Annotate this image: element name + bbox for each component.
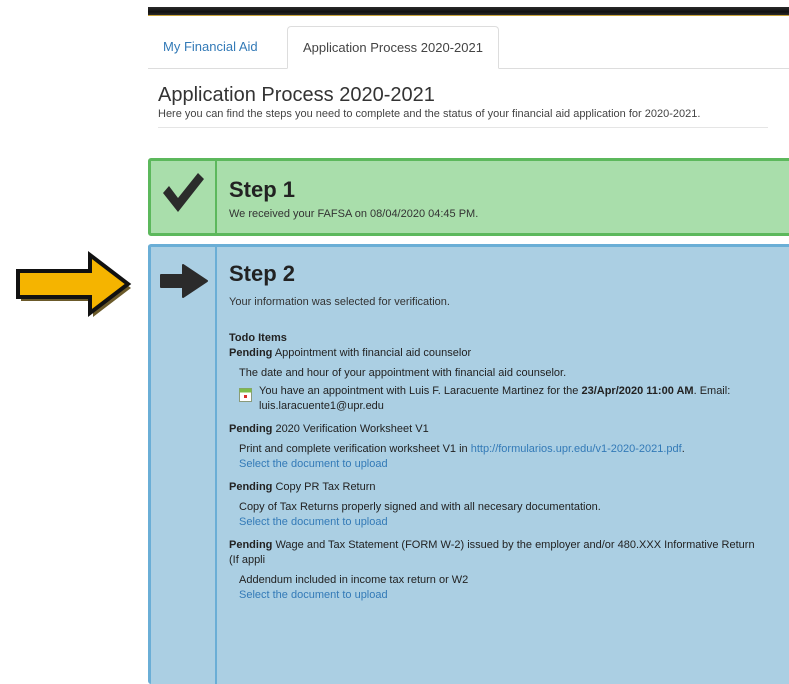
todo-item-title: Pending Copy PR Tax Return: [229, 480, 759, 495]
tab-bar: My Financial Aid Application Process 202…: [148, 26, 789, 69]
tab-my-financial-aid[interactable]: My Financial Aid: [148, 26, 273, 67]
todo-item-label: Appointment with financial aid counselor: [272, 347, 472, 359]
step-1-title: Step 1: [229, 177, 296, 202]
page-header: Application Process 2020-2021 Here you c…: [158, 84, 768, 128]
upload-document-link[interactable]: Select the document to upload: [239, 515, 759, 530]
page-title: Application Process 2020-2021: [158, 84, 435, 106]
todo-item-appointment: Pending Appointment with financial aid c…: [229, 346, 759, 414]
todo-item-body: Copy of Tax Returns properly signed and …: [239, 500, 759, 530]
calendar-icon: [239, 387, 252, 402]
todo-item-description: Addendum included in income tax return o…: [239, 574, 469, 586]
step-1-panel: Step 1 We received your FAFSA on 08/04/2…: [148, 158, 789, 236]
annotation-arrow-icon: [10, 249, 138, 319]
step-2-panel: Step 2 Your information was selected for…: [148, 244, 789, 684]
appointment-date: 23/Apr/2020 11:00 AM: [581, 385, 694, 397]
step-1-icon-gutter: [151, 161, 217, 233]
status-badge: Pending: [229, 539, 273, 551]
top-banner-bar: [148, 7, 789, 16]
todo-item-wage-statement: Pending Wage and Tax Statement (FORM W-2…: [229, 538, 759, 603]
page-description: Here you can find the steps you need to …: [158, 108, 701, 120]
todo-item-body: Print and complete verification workshee…: [239, 442, 759, 472]
link-suffix: .: [681, 443, 685, 455]
arrow-right-icon: [157, 261, 208, 311]
todo-item-description: Copy of Tax Returns properly signed and …: [239, 501, 601, 513]
todo-item-body: The date and hour of your appointment wi…: [239, 366, 759, 414]
upload-document-link[interactable]: Select the document to upload: [239, 588, 759, 603]
status-badge: Pending: [229, 347, 273, 359]
todo-item-label: 2020 Verification Worksheet V1: [272, 423, 429, 435]
tab-application-process[interactable]: Application Process 2020-2021: [287, 26, 499, 69]
worksheet-pdf-link[interactable]: http://formularios.upr.edu/v1-2020-2021.…: [471, 443, 682, 455]
status-badge: Pending: [229, 423, 273, 435]
step-2-status: Your information was selected for verifi…: [229, 296, 450, 308]
appointment-info: You have an appointment with Luis F. Lar…: [239, 384, 759, 414]
todo-item-title: Pending 2020 Verification Worksheet V1: [229, 422, 759, 437]
appointment-text: You have an appointment with Luis F. Lar…: [259, 385, 582, 397]
checkmark-icon: [157, 167, 207, 217]
todo-item-description: Print and complete verification workshee…: [239, 442, 759, 457]
status-badge: Pending: [229, 481, 273, 493]
todo-heading: Todo Items: [229, 332, 287, 344]
todo-item-verification-worksheet: Pending 2020 Verification Worksheet V1 P…: [229, 422, 759, 472]
step-1-status: We received your FAFSA on 08/04/2020 04:…: [229, 208, 479, 220]
todo-item-title: Pending Wage and Tax Statement (FORM W-2…: [229, 538, 759, 568]
todo-item-label: Copy PR Tax Return: [272, 481, 376, 493]
todo-item-label: Wage and Tax Statement (FORM W-2) issued…: [229, 539, 755, 566]
todo-item-description-text: Print and complete verification workshee…: [239, 443, 471, 455]
todo-list: Todo Items Pending Appointment with fina…: [229, 331, 759, 603]
step-2-icon-gutter: [151, 247, 217, 684]
upload-document-link[interactable]: Select the document to upload: [239, 457, 759, 472]
todo-item-title: Pending Appointment with financial aid c…: [229, 346, 759, 361]
todo-item-description: The date and hour of your appointment wi…: [239, 367, 567, 379]
todo-item-body: Addendum included in income tax return o…: [239, 573, 759, 603]
todo-item-tax-return: Pending Copy PR Tax Return Copy of Tax R…: [229, 480, 759, 530]
step-2-title: Step 2: [229, 261, 296, 286]
